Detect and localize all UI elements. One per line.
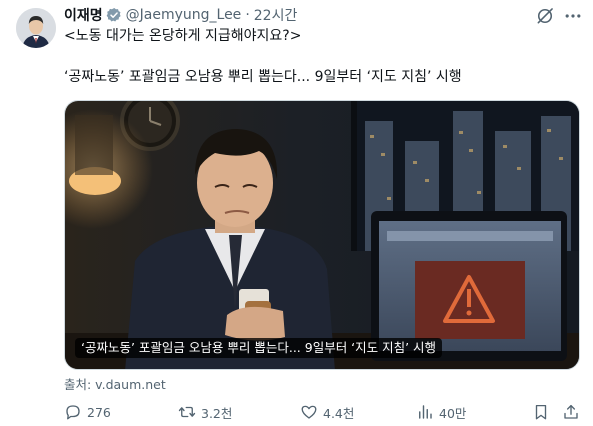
bookmark-button[interactable]	[532, 402, 550, 422]
views-icon	[419, 405, 432, 419]
retweet-icon	[178, 406, 196, 418]
separator-dot: ·	[245, 7, 250, 23]
grok-icon[interactable]	[534, 5, 556, 27]
verified-badge-icon	[106, 7, 122, 23]
share-button[interactable]	[562, 402, 580, 422]
retweet-count: 3.2천	[201, 405, 233, 421]
more-icon[interactable]	[562, 5, 584, 27]
views-count: 40만	[439, 405, 467, 421]
bookmark-icon	[535, 404, 547, 420]
author-name[interactable]: 이재명	[64, 5, 103, 25]
link-card-image[interactable]: ‘공짜노동’ 포괄임금 오남용 뿌리 뽑는다... 9일부터 ‘지도 지침’ 시…	[64, 100, 580, 370]
views-button[interactable]: 40만	[416, 402, 466, 422]
like-count: 4.4천	[323, 405, 355, 421]
tweet-header: 이재명 @Jaemyung_Lee · 22시간	[64, 4, 297, 26]
link-card-caption: ‘공짜노동’ 포괄임금 오남용 뿌리 뽑는다... 9일부터 ‘지도 지침’ 시…	[75, 338, 443, 358]
avatar-image	[16, 8, 56, 48]
tweet-timestamp[interactable]: 22시간	[254, 5, 298, 25]
reply-button[interactable]: 276	[64, 402, 111, 422]
share-icon	[564, 404, 578, 419]
link-source[interactable]: 출처: v.daum.net	[64, 374, 166, 393]
heart-icon	[301, 405, 317, 419]
author-handle[interactable]: @Jaemyung_Lee	[126, 7, 242, 23]
tweet-actions: 276 3.2천 4.4천 40만	[64, 402, 584, 422]
reply-count: 276	[87, 404, 111, 420]
reply-icon	[66, 405, 80, 420]
tweet-text-line2: ‘공짜노동’ 포괄임금 오남용 뿌리 뽑는다... 9일부터 ‘지도 지침’ 시…	[64, 69, 462, 85]
author-avatar[interactable]	[16, 8, 56, 48]
tweet-text-line1: <노동 대가는 온당하게 지급해야지요?>	[64, 28, 302, 44]
retweet-button[interactable]: 3.2천	[178, 402, 232, 422]
like-button[interactable]: 4.4천	[300, 402, 354, 422]
office-night-image	[65, 101, 579, 369]
